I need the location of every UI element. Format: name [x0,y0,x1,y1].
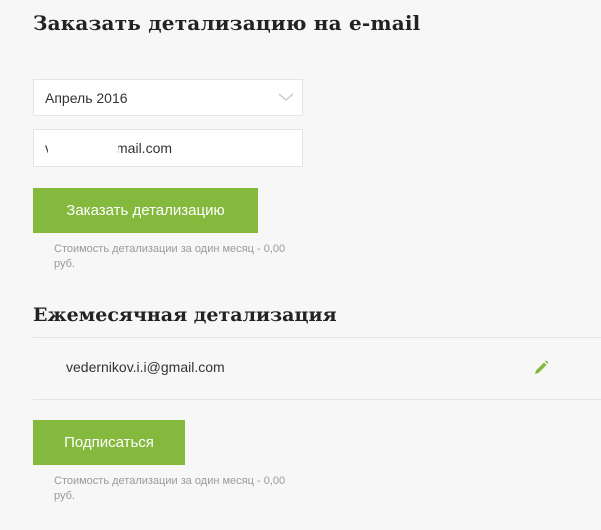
subscribe-button[interactable]: Подписаться [33,420,185,465]
order-section-title: Заказать детализацию на e-mail [33,11,421,35]
order-cost-note: Стоимость детализации за один месяц - 0,… [54,243,286,270]
chevron-down-icon [278,93,294,102]
email-redaction [48,139,118,157]
divider [33,337,601,338]
period-select-value: Апрель 2016 [45,90,128,106]
subscription-email: vedernikov.i.i@gmail.com [66,359,225,375]
subscribe-cost-note: Стоимость детализации за один месяц - 0,… [54,475,286,502]
period-select[interactable]: Апрель 2016 [33,79,303,116]
divider [33,399,601,400]
pencil-icon[interactable] [533,360,549,376]
order-detail-button[interactable]: Заказать детализацию [33,188,258,233]
monthly-section-title: Ежемесячная детализация [33,304,337,326]
